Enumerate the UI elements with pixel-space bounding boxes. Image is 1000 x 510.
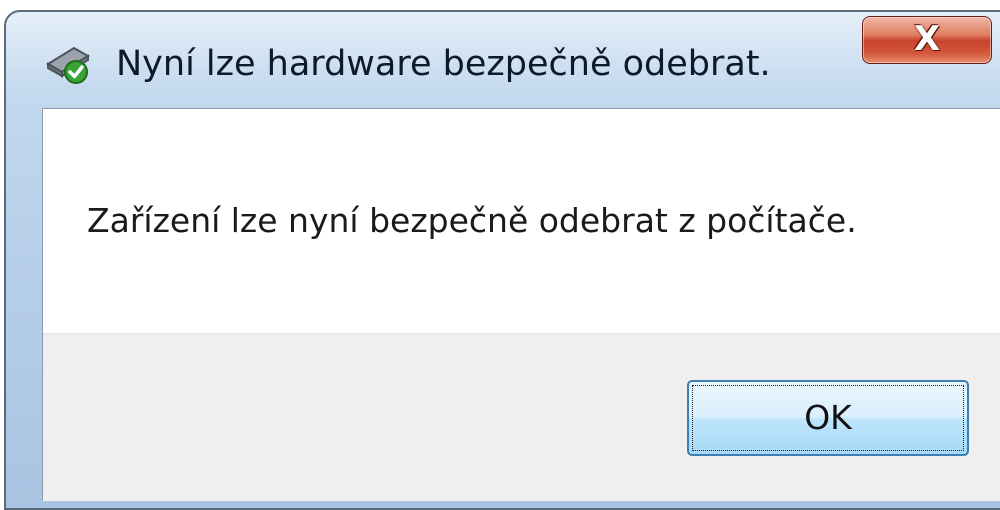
ok-button-label: OK [804,398,852,437]
ok-button[interactable]: OK [687,380,969,456]
message-area: Zařízení lze nyní bezpečně odebrat z poč… [43,109,1000,333]
dialog-window: Nyní lze hardware bezpečně odebrat. X Za… [4,10,1000,510]
close-icon: X [913,19,941,59]
button-bar: OK [43,333,1000,501]
dialog-message: Zařízení lze nyní bezpečně odebrat z poč… [87,201,857,240]
window-title: Nyní lze hardware bezpečně odebrat. [116,44,771,84]
close-button[interactable]: X [862,16,992,64]
dialog-client-area: Zařízení lze nyní bezpečně odebrat z poč… [42,108,1000,501]
safely-remove-hardware-icon [44,42,96,86]
title-bar[interactable]: Nyní lze hardware bezpečně odebrat. X [6,12,1000,102]
